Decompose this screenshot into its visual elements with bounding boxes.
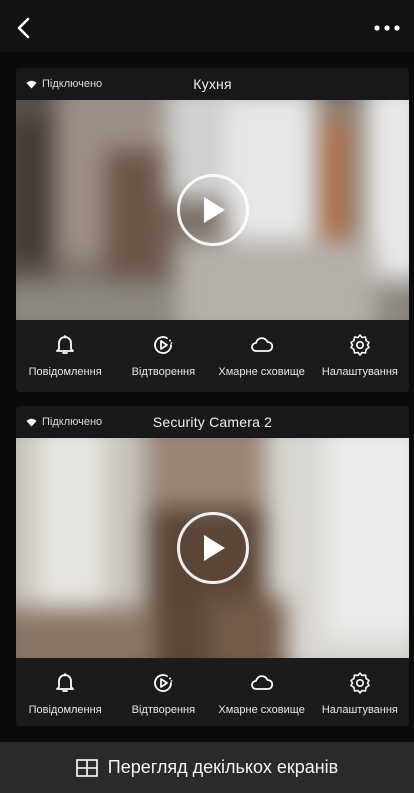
app-screen: Підключено Кухня Повідомлення Відтворенн… — [0, 0, 414, 793]
gear-icon — [350, 672, 370, 694]
wifi-icon — [26, 418, 37, 426]
cloud-icon — [250, 675, 273, 690]
more-button[interactable] — [370, 14, 404, 42]
cloud-storage-button[interactable]: Хмарне сховище — [213, 320, 311, 392]
notifications-button[interactable]: Повідомлення — [16, 658, 114, 726]
playback-icon — [154, 336, 173, 354]
top-bar — [0, 0, 414, 52]
action-label: Відтворення — [131, 366, 196, 378]
playback-button[interactable]: Відтворення — [114, 658, 212, 726]
cloud-icon — [250, 337, 273, 352]
play-icon — [203, 197, 225, 223]
bell-icon — [56, 335, 75, 354]
camera-list[interactable]: Підключено Кухня Повідомлення Відтворенн… — [0, 52, 414, 742]
camera-actions: Повідомлення Відтворення Хмарне сховище … — [16, 320, 409, 392]
playback-button[interactable]: Відтворення — [114, 320, 212, 392]
camera-preview[interactable] — [16, 100, 409, 320]
action-label: Повідомлення — [28, 366, 102, 378]
action-label: Хмарне сховище — [218, 366, 305, 378]
status-label: Підключено — [42, 78, 103, 90]
connection-status: Підключено — [26, 78, 102, 90]
camera-actions: Повідомлення Відтворення Хмарне сховище … — [16, 658, 409, 726]
play-button[interactable] — [176, 512, 249, 584]
camera-header: Підключено Security Camera 2 — [16, 406, 409, 438]
cloud-storage-button[interactable]: Хмарне сховище — [213, 658, 311, 726]
connection-status: Підключено — [26, 416, 102, 428]
multi-screen-view-button[interactable]: Перегляд декількох екранів — [0, 742, 414, 793]
gear-icon — [350, 334, 370, 356]
camera-card: Підключено Кухня Повідомлення Відтворенн… — [16, 68, 409, 392]
wifi-icon — [26, 80, 37, 88]
play-icon — [203, 535, 225, 561]
settings-button[interactable]: Налаштування — [311, 320, 409, 392]
notifications-button[interactable]: Повідомлення — [16, 320, 114, 392]
action-label: Відтворення — [131, 704, 196, 716]
action-label: Налаштування — [321, 366, 398, 378]
camera-card: Підключено Security Camera 2 Повідомленн… — [16, 406, 409, 726]
action-label: Повідомлення — [28, 704, 102, 716]
status-label: Підключено — [42, 416, 103, 428]
action-label: Хмарне сховище — [218, 704, 305, 716]
settings-button[interactable]: Налаштування — [311, 658, 409, 726]
camera-header: Підключено Кухня — [16, 68, 409, 100]
bell-icon — [56, 673, 75, 692]
multi-screen-view-label: Перегляд декількох екранів — [107, 757, 339, 777]
more-horizontal-icon — [374, 25, 400, 31]
chevron-left-icon — [17, 17, 30, 39]
camera-preview[interactable] — [16, 438, 409, 658]
playback-icon — [154, 674, 173, 692]
play-button[interactable] — [176, 174, 249, 246]
action-label: Налаштування — [321, 704, 398, 716]
grid-icon — [75, 758, 98, 777]
back-button[interactable] — [10, 14, 38, 42]
